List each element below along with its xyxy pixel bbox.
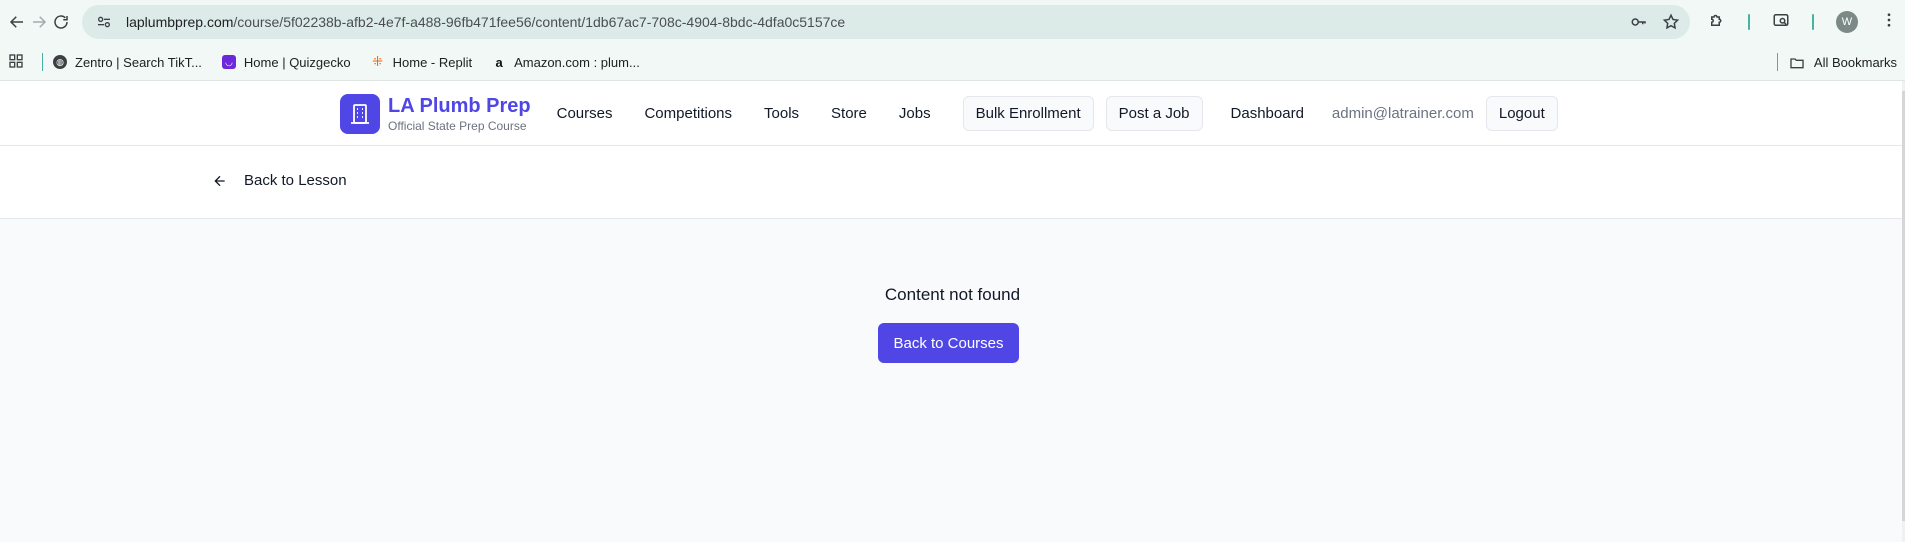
- browser-chrome: laplumbprep.com/course/5f02238b-afb2-4e7…: [0, 0, 1905, 81]
- arrow-left-icon: [212, 173, 228, 189]
- back-to-courses-button[interactable]: Back to Courses: [878, 323, 1019, 363]
- user-email: admin@latrainer.com: [1331, 105, 1474, 122]
- address-bar[interactable]: laplumbprep.com/course/5f02238b-afb2-4e7…: [82, 5, 1690, 39]
- bookmark-zentro[interactable]: ◍ Zentro | Search TikT...: [53, 55, 202, 70]
- post-job-button[interactable]: Post a Job: [1105, 96, 1203, 131]
- apps-grid-icon[interactable]: [8, 53, 26, 71]
- back-to-lesson-link[interactable]: Back to Lesson: [212, 172, 347, 189]
- bookmark-amazon[interactable]: a Amazon.com : plum...: [492, 54, 640, 70]
- logout-button[interactable]: Logout: [1485, 96, 1558, 131]
- site-settings-icon[interactable]: [92, 10, 116, 34]
- nav-jobs[interactable]: Jobs: [899, 105, 931, 122]
- nav-courses[interactable]: Courses: [557, 105, 613, 122]
- back-to-lesson-label: Back to Lesson: [244, 172, 347, 189]
- password-key-icon[interactable]: [1630, 13, 1648, 31]
- bookmark-label: Amazon.com : plum...: [514, 54, 640, 70]
- bookmarks-bar: ◍ Zentro | Search TikT... ◡ Home | Quizg…: [0, 44, 1905, 80]
- quizgecko-icon: ◡: [221, 55, 236, 69]
- bookmark-label: Home | Quizgecko: [243, 54, 351, 70]
- nav-store[interactable]: Store: [831, 105, 867, 122]
- main-content: Content not found Back to Courses: [0, 219, 1905, 542]
- bookmarks-divider: [1776, 53, 1778, 71]
- lesson-subbar: Back to Lesson: [0, 146, 1905, 219]
- nav-competitions[interactable]: Competitions: [644, 105, 732, 122]
- building-logo-icon[interactable]: [340, 93, 380, 134]
- all-bookmarks[interactable]: All Bookmarks: [1788, 55, 1897, 70]
- extensions-puzzle-icon[interactable]: [1708, 11, 1726, 34]
- toolbar-divider: [1812, 14, 1814, 30]
- nav-tools[interactable]: Tools: [764, 105, 799, 122]
- toolbar-divider: [1748, 14, 1750, 30]
- reload-icon[interactable]: [52, 7, 70, 37]
- browser-toolbar: laplumbprep.com/course/5f02238b-afb2-4e7…: [0, 0, 1905, 44]
- bookmark-star-icon[interactable]: [1662, 13, 1680, 31]
- profile-avatar[interactable]: W: [1836, 11, 1858, 33]
- back-arrow-icon[interactable]: [8, 7, 26, 37]
- bookmarks-divider: [42, 53, 43, 71]
- bookmark-quizgecko[interactable]: ◡ Home | Quizgecko: [221, 54, 351, 70]
- globe-icon: ◍: [53, 55, 67, 69]
- main-nav: Courses Competitions Tools Store Jobs Bu…: [557, 96, 1558, 131]
- site-header: LA Plumb Prep Official State Prep Course…: [0, 81, 1905, 146]
- amazon-icon: a: [495, 54, 503, 70]
- brand-subtitle: Official State Prep Course: [388, 118, 527, 133]
- bulk-enrollment-button[interactable]: Bulk Enrollment: [962, 96, 1094, 131]
- folder-icon: [1788, 55, 1806, 69]
- content-not-found-message: Content not found: [884, 285, 1021, 304]
- forward-arrow-icon[interactable]: [30, 7, 48, 37]
- tab-search-icon[interactable]: [1772, 11, 1790, 34]
- nav-dashboard[interactable]: Dashboard: [1231, 105, 1304, 122]
- bookmark-replit[interactable]: ⁜ Home - Replit: [371, 54, 473, 70]
- kebab-menu-icon[interactable]: [1880, 11, 1898, 34]
- brand-title: LA Plumb Prep: [388, 94, 531, 117]
- url-text: laplumbprep.com/course/5f02238b-afb2-4e7…: [126, 14, 846, 30]
- brand[interactable]: LA Plumb Prep Official State Prep Course: [388, 95, 531, 133]
- all-bookmarks-label: All Bookmarks: [1813, 54, 1897, 70]
- replit-icon: ⁜: [372, 54, 384, 69]
- bookmark-label: Zentro | Search TikT...: [75, 54, 202, 70]
- bookmark-label: Home - Replit: [392, 54, 473, 70]
